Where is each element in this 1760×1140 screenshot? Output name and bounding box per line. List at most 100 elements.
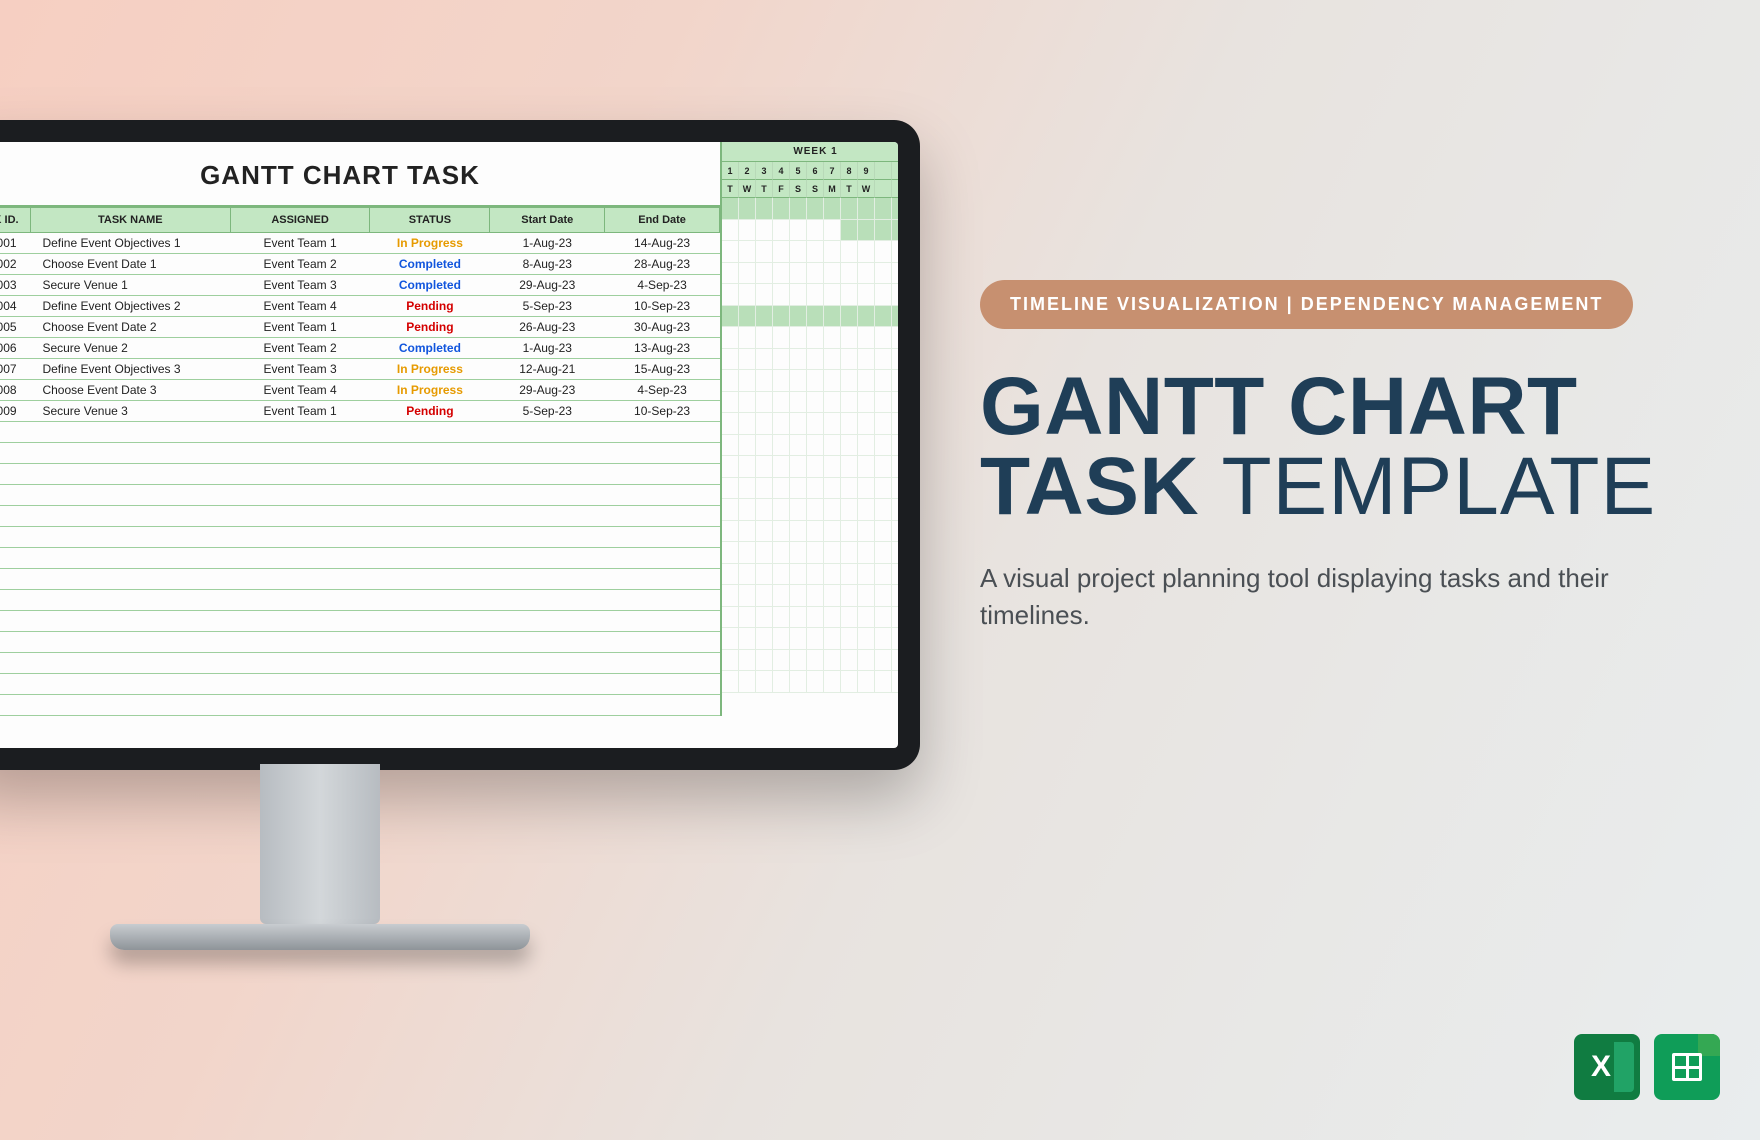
table-row[interactable]: 00-0008Choose Event Date 3Event Team 4In…: [0, 380, 720, 401]
table-row-empty[interactable]: [0, 569, 720, 590]
table-row[interactable]: 00-0007Define Event Objectives 3Event Te…: [0, 359, 720, 380]
gantt-cell: [824, 585, 841, 607]
col-header-start: Start Date: [490, 208, 605, 233]
gantt-day-num: 4: [773, 162, 790, 180]
gantt-cell: [773, 650, 790, 672]
table-row-empty[interactable]: [0, 443, 720, 464]
monitor-stand-neck: [260, 764, 380, 924]
cell-empty: [0, 464, 720, 485]
gantt-week-label: WEEK 1: [722, 142, 909, 162]
gantt-cell: [790, 370, 807, 392]
gantt-cell: [773, 585, 790, 607]
gantt-cell: [824, 650, 841, 672]
cell-empty: [0, 443, 720, 464]
headline-bold2: TASK: [980, 441, 1199, 532]
excel-icon: X: [1574, 1034, 1640, 1100]
gantt-cell: [875, 370, 892, 392]
table-row-empty[interactable]: [0, 506, 720, 527]
table-row[interactable]: 00-0005Choose Event Date 2Event Team 1Pe…: [0, 317, 720, 338]
gantt-row: [722, 628, 909, 650]
gantt-cell: [739, 349, 756, 371]
table-row[interactable]: 00-0006Secure Venue 2Event Team 2Complet…: [0, 338, 720, 359]
gantt-cell: [875, 607, 892, 629]
gantt-cell: [892, 564, 909, 586]
cell-status: In Progress: [370, 380, 490, 401]
gantt-cell: [841, 607, 858, 629]
table-row[interactable]: 00-0009Secure Venue 3Event Team 1Pending…: [0, 401, 720, 422]
gantt-day-letter: [875, 180, 892, 198]
cell-empty: [0, 653, 720, 674]
gantt-cell: [841, 542, 858, 564]
gantt-cell: [773, 370, 790, 392]
cell-end: 10-Sep-23: [605, 296, 720, 317]
excel-x-glyph: X: [1591, 1050, 1611, 1084]
gantt-cell: [858, 671, 875, 693]
monitor-stand-base: [110, 924, 530, 950]
table-row-empty[interactable]: [0, 464, 720, 485]
gantt-cell: [756, 499, 773, 521]
gantt-cell: [790, 413, 807, 435]
table-row-empty[interactable]: [0, 422, 720, 443]
table-row[interactable]: 00-0003Secure Venue 1Event Team 3Complet…: [0, 275, 720, 296]
gantt-cell: [875, 499, 892, 521]
table-row-empty[interactable]: [0, 653, 720, 674]
cell-id: 00-0007: [0, 359, 30, 380]
gantt-cell: [722, 671, 739, 693]
table-row-empty[interactable]: [0, 695, 720, 716]
gantt-cell: [739, 435, 756, 457]
gantt-cell: [773, 392, 790, 414]
gantt-cell: [807, 284, 824, 306]
cell-status: Completed: [370, 338, 490, 359]
table-row-empty[interactable]: [0, 527, 720, 548]
gantt-cell: [722, 585, 739, 607]
gantt-cell: [739, 564, 756, 586]
gantt-cell: [807, 585, 824, 607]
gantt-day-letter: [892, 180, 909, 198]
table-row-empty[interactable]: [0, 632, 720, 653]
cell-end: 28-Aug-23: [605, 254, 720, 275]
cell-name: Define Event Objectives 2: [30, 296, 230, 317]
table-row-empty[interactable]: [0, 674, 720, 695]
gantt-cell: [858, 220, 875, 242]
gantt-cell: [858, 306, 875, 328]
gantt-cell: [790, 349, 807, 371]
table-row-empty[interactable]: [0, 485, 720, 506]
gantt-row: [722, 542, 909, 564]
cell-id: 00-0005: [0, 317, 30, 338]
gantt-cell: [756, 220, 773, 242]
gantt-cell: [722, 284, 739, 306]
gantt-cell: [807, 628, 824, 650]
gantt-cell: [858, 564, 875, 586]
gantt-cell: [790, 585, 807, 607]
gantt-cell: [807, 542, 824, 564]
gantt-cell: [773, 478, 790, 500]
gantt-cell: [892, 349, 909, 371]
gantt-cell: [773, 284, 790, 306]
gantt-row: [722, 478, 909, 500]
gantt-cell: [892, 284, 909, 306]
gantt-cell: [892, 306, 909, 328]
cell-end: 15-Aug-23: [605, 359, 720, 380]
gantt-cell: [858, 241, 875, 263]
gantt-cell: [824, 263, 841, 285]
gantt-cell: [773, 220, 790, 242]
cell-id: 00-0009: [0, 401, 30, 422]
table-row-empty[interactable]: [0, 548, 720, 569]
col-header-assigned: ASSIGNED: [230, 208, 370, 233]
table-row[interactable]: 00-0004Define Event Objectives 2Event Te…: [0, 296, 720, 317]
gantt-cell: [722, 392, 739, 414]
table-row-empty[interactable]: [0, 590, 720, 611]
cell-id: 00-0006: [0, 338, 30, 359]
col-header-end: End Date: [605, 208, 720, 233]
gantt-cell: [841, 349, 858, 371]
col-header-name: TASK NAME: [30, 208, 230, 233]
gantt-cell: [875, 263, 892, 285]
table-row[interactable]: 00-0001Define Event Objectives 1Event Te…: [0, 233, 720, 254]
table-row[interactable]: 00-0002Choose Event Date 1Event Team 2Co…: [0, 254, 720, 275]
gantt-cell: [739, 284, 756, 306]
gantt-cell: [773, 521, 790, 543]
table-row-empty[interactable]: [0, 611, 720, 632]
gantt-cell: [722, 456, 739, 478]
gantt-row: [722, 564, 909, 586]
gantt-cell: [858, 478, 875, 500]
